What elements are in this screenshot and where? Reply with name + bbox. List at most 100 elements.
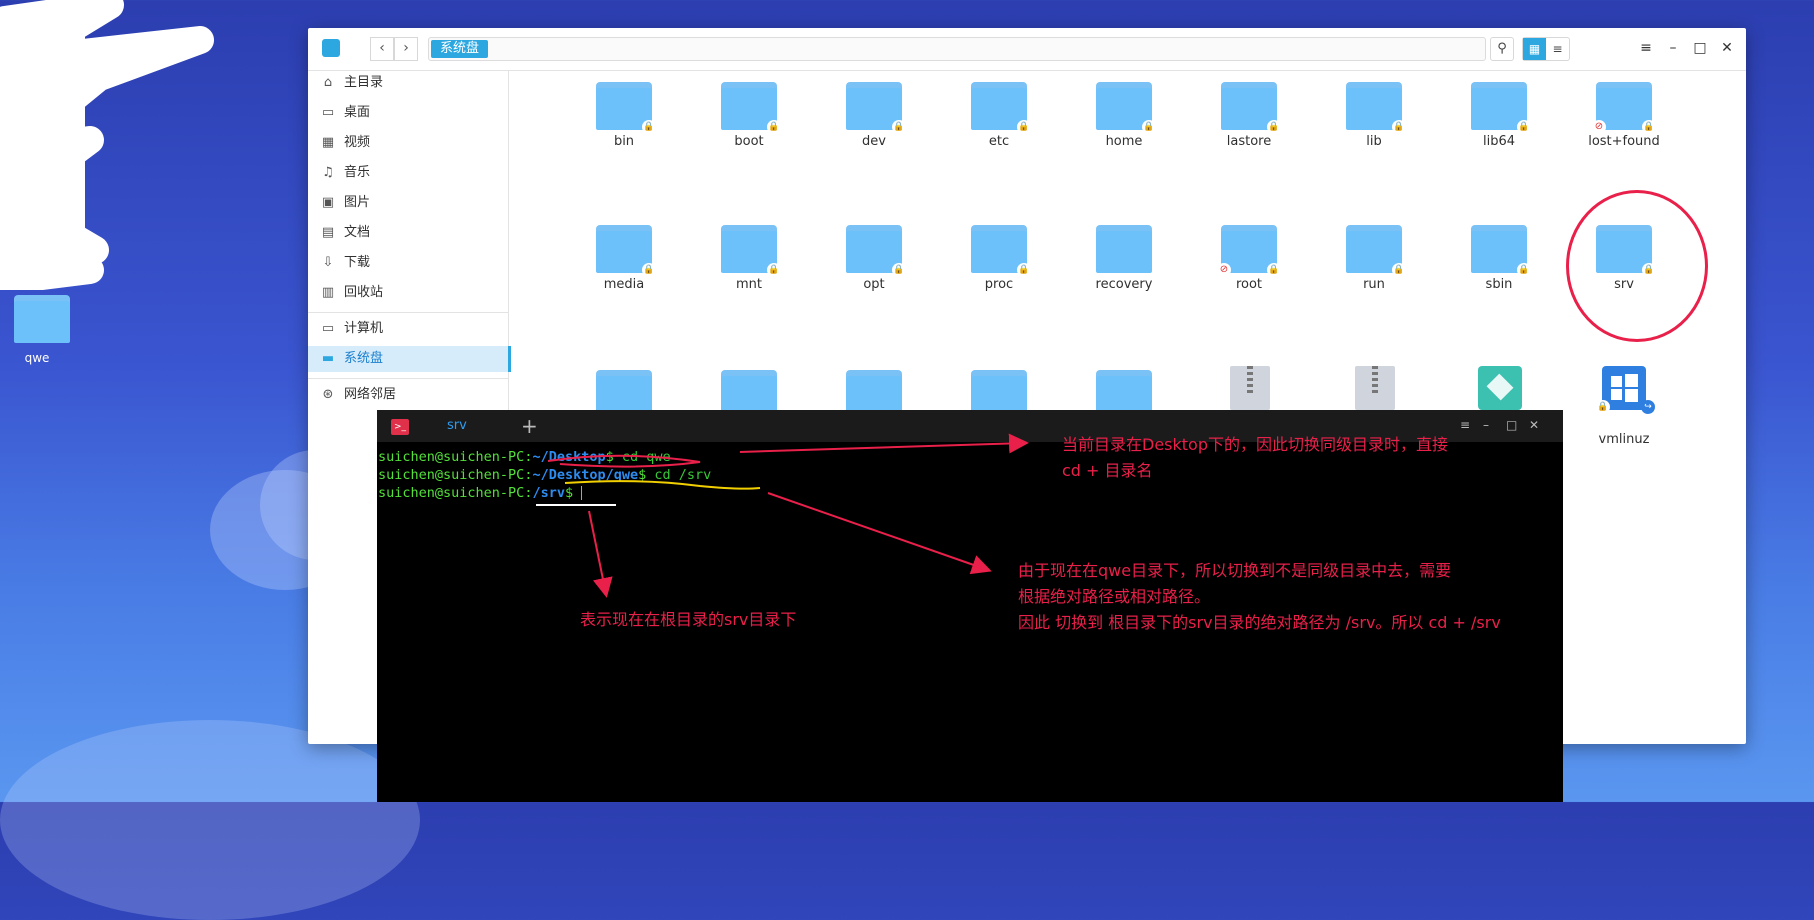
folder-lastore[interactable]: 🔒 lastore xyxy=(1194,72,1304,172)
document-icon: ▤ xyxy=(321,225,335,240)
folder-root[interactable]: ⊘ 🔒 root xyxy=(1194,215,1304,315)
minimize-icon[interactable]: – xyxy=(1663,38,1683,58)
terminal-line: suichen@suichen-PC:~/Desktop$ cd qwe xyxy=(378,449,671,465)
lock-icon: 🔒 xyxy=(767,120,781,134)
menu-icon[interactable]: ≡ xyxy=(1460,418,1470,432)
folder-lib64[interactable]: 🔒 lib64 xyxy=(1444,72,1554,172)
folder-proc[interactable]: 🔒 proc xyxy=(944,215,1054,315)
folder-icon: 🔒 xyxy=(1346,82,1406,134)
folder-icon: 🔒 xyxy=(596,82,656,134)
list-view-icon[interactable]: ≡ xyxy=(1546,38,1569,60)
video-icon: ▦ xyxy=(321,135,335,150)
lock-icon: 🔒 xyxy=(767,263,781,277)
folder-icon: 🔒 xyxy=(971,82,1031,134)
file-vmlinuz[interactable]: 🔒 ↪ vmlinuz xyxy=(1569,360,1679,460)
new-tab-icon[interactable]: + xyxy=(521,414,538,438)
sidebar-item-pictures[interactable]: ▣ 图片 xyxy=(308,190,508,216)
picture-icon: ▣ xyxy=(321,195,335,210)
terminal-logo-icon: >_ xyxy=(391,419,409,435)
annotation-note-2: 由于现在在qwe目录下，所以切换到不是同级目录中去，需要 根据绝对路径或相对路径… xyxy=(1018,561,1501,632)
folder-dev[interactable]: 🔒 dev xyxy=(819,72,929,172)
breadcrumb-system-disk[interactable]: 系统盘 xyxy=(431,40,489,58)
terminal-output[interactable]: suichen@suichen-PC:~/Desktop$ cd qwe sui… xyxy=(378,448,711,502)
lock-icon: 🔒 xyxy=(1142,120,1156,134)
folder-etc[interactable]: 🔒 etc xyxy=(944,72,1054,172)
sidebar-item-network[interactable]: ⊛ 网络邻居 xyxy=(308,382,508,408)
sidebar-item-trash[interactable]: ▥ 回收站 xyxy=(308,280,508,306)
lock-icon: 🔒 xyxy=(1392,263,1406,277)
symlink-icon: ↪ xyxy=(1641,400,1655,414)
close-icon[interactable]: ✕ xyxy=(1717,38,1737,58)
file-manager-logo-icon xyxy=(322,39,340,57)
desktop-icon-label: qwe xyxy=(24,351,50,365)
maximize-icon[interactable]: □ xyxy=(1506,418,1517,432)
terminal-tab[interactable]: srv xyxy=(447,418,467,433)
sidebar-item-downloads[interactable]: ⇩ 下载 xyxy=(308,250,508,276)
archive-icon xyxy=(1355,366,1395,410)
search-button[interactable]: ⚲ xyxy=(1490,37,1514,61)
lock-icon: 🔒 xyxy=(1017,263,1031,277)
folder-lost-found[interactable]: ⊘ 🔒 lost+found xyxy=(1569,72,1679,172)
folder-sbin[interactable]: 🔒 sbin xyxy=(1444,215,1554,315)
folder-boot[interactable]: 🔒 boot xyxy=(694,72,804,172)
home-icon: ⌂ xyxy=(323,75,333,90)
sidebar-item-computer[interactable]: ▭ 计算机 xyxy=(308,316,508,342)
whiteout-scribble xyxy=(0,0,214,290)
folder-media[interactable]: 🔒 media xyxy=(569,215,679,315)
srv-highlight-circle xyxy=(1566,190,1708,342)
folder-lib[interactable]: 🔒 lib xyxy=(1319,72,1429,172)
cloud-decoration xyxy=(0,720,420,920)
menu-icon[interactable]: ≡ xyxy=(1636,38,1656,58)
lock-icon: 🔒 xyxy=(642,263,656,277)
minimize-icon[interactable]: – xyxy=(1483,418,1489,432)
folder-opt[interactable]: 🔒 opt xyxy=(819,215,929,315)
sidebar-item-documents[interactable]: ▤ 文档 xyxy=(308,220,508,246)
no-access-icon: ⊘ xyxy=(1592,120,1606,134)
lock-icon: 🔒 xyxy=(892,263,906,277)
lock-icon: 🔒 xyxy=(642,120,656,134)
folder-icon: 🔒 xyxy=(596,225,656,277)
folder-icon xyxy=(1096,225,1152,273)
lock-icon: 🔒 xyxy=(1017,120,1031,134)
sidebar-divider xyxy=(308,312,508,313)
folder-recovery[interactable]: recovery xyxy=(1069,215,1179,315)
folder-icon: 🔒 xyxy=(721,225,781,277)
lock-icon: 🔒 xyxy=(1517,120,1531,134)
folder-icon: 🔒 xyxy=(1471,82,1531,134)
close-icon[interactable]: ✕ xyxy=(1529,418,1539,432)
lock-icon: 🔒 xyxy=(1267,263,1281,277)
folder-run[interactable]: 🔒 run xyxy=(1319,215,1429,315)
lock-icon: 🔒 xyxy=(1267,120,1281,134)
desktop-folder-qwe[interactable]: qwe xyxy=(14,295,70,365)
folder-icon xyxy=(14,295,70,343)
trash-icon: ▥ xyxy=(321,285,335,300)
lock-icon: 🔒 xyxy=(1392,120,1406,134)
terminal-line: suichen@suichen-PC:/srv$ xyxy=(378,484,711,502)
no-access-icon: ⊘ xyxy=(1217,263,1231,277)
folder-home[interactable]: 🔒 home xyxy=(1069,72,1179,172)
lock-icon: 🔒 xyxy=(1642,120,1656,134)
sidebar-item-home[interactable]: ⌂ 主目录 xyxy=(308,70,508,96)
disk-icon: ▬ xyxy=(321,351,335,366)
archive-icon xyxy=(1230,366,1270,410)
sidebar-item-video[interactable]: ▦ 视频 xyxy=(308,130,508,156)
folder-icon: 🔒 xyxy=(846,82,906,134)
network-icon: ⊛ xyxy=(322,387,334,402)
folder-icon: ⊘ 🔒 xyxy=(1217,225,1281,277)
folder-mnt[interactable]: 🔒 mnt xyxy=(694,215,804,315)
lock-icon: 🔒 xyxy=(1517,263,1531,277)
sidebar-item-desktop[interactable]: ▭ 桌面 xyxy=(308,100,508,126)
package-icon xyxy=(1478,366,1522,410)
sidebar-item-system-disk[interactable]: ▬ 系统盘 xyxy=(308,346,511,372)
maximize-icon[interactable]: □ xyxy=(1690,38,1710,58)
annotation-note-3: 表示现在在根目录的srv目录下 xyxy=(580,610,797,629)
folder-icon: 🔒 xyxy=(1471,225,1531,277)
back-button[interactable]: ‹ xyxy=(370,37,394,61)
grid-view-icon[interactable]: ▦ xyxy=(1523,38,1546,60)
address-bar[interactable]: 系统盘 xyxy=(428,37,1486,61)
music-icon: ♫ xyxy=(322,165,334,180)
forward-button[interactable]: › xyxy=(394,37,418,61)
folder-icon: 🔒 xyxy=(1346,225,1406,277)
folder-bin[interactable]: 🔒 bin xyxy=(569,72,679,172)
sidebar-item-music[interactable]: ♫ 音乐 xyxy=(308,160,508,186)
